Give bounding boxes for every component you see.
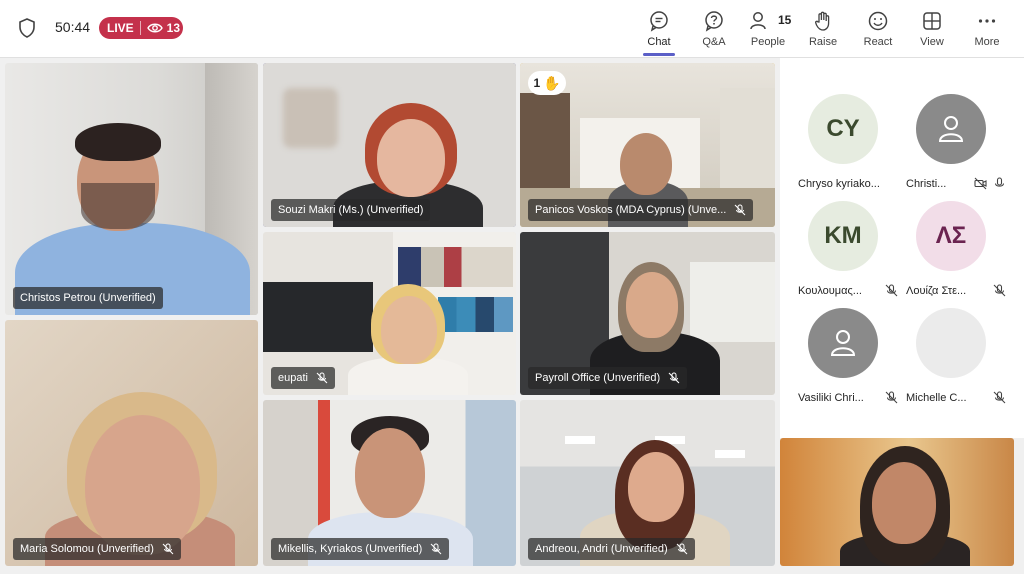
- video-tile-mikellis-kyriakos[interactable]: Mikellis, Kyriakos (Unverified): [263, 400, 516, 566]
- live-badge-separator: [139, 21, 141, 35]
- roster-name: Vasiliki Chri...: [798, 392, 864, 404]
- mic-off-icon: [430, 543, 442, 555]
- roster-name: Christi...: [906, 178, 947, 190]
- more-icon: [978, 19, 996, 23]
- avatar: [916, 308, 986, 378]
- avatar-initials: ΛΣ: [935, 222, 967, 249]
- avatar: ΛΣ: [916, 201, 986, 271]
- participant-name-tag: Andreou, Andri (Unverified): [528, 538, 695, 560]
- video-tile-eupati[interactable]: eupati: [263, 232, 516, 395]
- react-button[interactable]: React: [850, 8, 906, 52]
- raise-label: Raise: [808, 36, 838, 48]
- participant-gallery: CY Chryso kyriako... Christi... KM Κουλο…: [780, 58, 1024, 438]
- viewer-count: 13: [166, 21, 181, 35]
- mic-off-icon: [676, 543, 688, 555]
- view-icon: [923, 12, 941, 30]
- person-icon: [830, 330, 856, 356]
- roster-status-icons: [974, 177, 1006, 190]
- participant-name-tag: Souzi Makri (Ms.) (Unverified): [271, 199, 431, 221]
- roster-participant[interactable]: Vasiliki Chri...: [788, 308, 898, 413]
- roster-participant[interactable]: Christi...: [896, 94, 1006, 199]
- mic-off-icon: [668, 372, 680, 384]
- live-badge[interactable]: LIVE 13: [99, 17, 183, 39]
- chat-label: Chat: [647, 36, 671, 48]
- video-feed: [5, 63, 258, 315]
- people-icon: [750, 12, 766, 30]
- video-tile-andreou-andri[interactable]: Andreou, Andri (Unverified): [520, 400, 775, 566]
- participant-name: eupati: [278, 372, 308, 384]
- roster-participant[interactable]: ΛΣ Λουίζα Στε...: [896, 201, 1006, 306]
- avatar-initials: CY: [826, 115, 860, 142]
- video-feed: [5, 320, 258, 566]
- participant-name: Souzi Makri (Ms.) (Unverified): [278, 204, 424, 216]
- eye-icon: [146, 23, 163, 33]
- participant-name: Maria Solomou (Unverified): [20, 543, 154, 555]
- live-label: LIVE: [107, 21, 134, 35]
- people-count: 15: [778, 13, 792, 27]
- participant-name-tag: Payroll Office (Unverified): [528, 367, 688, 389]
- mic-off-icon: [316, 372, 328, 384]
- view-button[interactable]: View: [904, 8, 960, 52]
- raise-hand-icon: [815, 11, 830, 31]
- person-icon: [938, 116, 964, 142]
- video-tile-maria-solomou[interactable]: Maria Solomou (Unverified): [5, 320, 258, 566]
- roster-participant[interactable]: KM Κουλουμας...: [788, 201, 898, 306]
- raised-hand-icon: ✋: [543, 74, 561, 91]
- mic-off-icon: [734, 204, 746, 216]
- participant-name: Payroll Office (Unverified): [535, 372, 661, 384]
- chat-button[interactable]: Chat: [631, 8, 687, 56]
- raised-hand-count: 1: [533, 76, 541, 90]
- roster-status-icons: [993, 284, 1006, 297]
- people-button[interactable]: 15 People: [740, 8, 796, 52]
- roster-name: Κουλουμας...: [798, 285, 862, 297]
- avatar: [916, 94, 986, 164]
- mic-off-icon: [993, 391, 1006, 404]
- video-tile-payroll-office[interactable]: Payroll Office (Unverified): [520, 232, 775, 395]
- chat-icon: [650, 11, 668, 32]
- video-tile-panicos-voskos[interactable]: 1 ✋ Panicos Voskos (MDA Cyprus) (Unve...: [520, 63, 775, 227]
- mic-off-icon: [993, 284, 1006, 297]
- participant-name-tag: Christos Petrou (Unverified): [13, 287, 163, 309]
- raised-hand-badge: 1 ✋: [528, 71, 566, 95]
- participant-name: Mikellis, Kyriakos (Unverified): [278, 543, 423, 555]
- roster-name: Chryso kyriako...: [798, 178, 880, 190]
- qa-icon: [705, 11, 723, 32]
- shield-icon[interactable]: [18, 18, 36, 38]
- roster-participant[interactable]: CY Chryso kyriako...: [788, 94, 898, 199]
- more-button[interactable]: More: [959, 8, 1015, 52]
- roster-name: Λουίζα Στε...: [906, 285, 967, 297]
- mic-icon: [994, 177, 1005, 187]
- video-tile-souzi-makri[interactable]: Souzi Makri (Ms.) (Unverified): [263, 63, 516, 227]
- avatar: [808, 308, 878, 378]
- participant-name-tag: Maria Solomou (Unverified): [13, 538, 181, 560]
- video-off-icon: [974, 177, 987, 190]
- avatar: KM: [808, 201, 878, 271]
- self-view-tile[interactable]: [780, 438, 1014, 566]
- self-video-feed: [780, 438, 1014, 566]
- react-label: React: [863, 36, 893, 48]
- meeting-toolbar: 50:44 LIVE 13 Chat Q&A 15 People Raise R…: [0, 0, 1024, 58]
- participant-name: Andreou, Andri (Unverified): [535, 543, 668, 555]
- raise-hand-button[interactable]: Raise: [795, 8, 851, 52]
- people-label: People: [750, 36, 786, 48]
- participant-name: Panicos Voskos (MDA Cyprus) (Unve...: [535, 204, 727, 216]
- participant-name-tag: Mikellis, Kyriakos (Unverified): [271, 538, 450, 560]
- roster-name: Michelle C...: [906, 392, 967, 404]
- react-icon: [868, 11, 888, 31]
- video-tile-christos-petrou[interactable]: Christos Petrou (Unverified): [5, 63, 258, 315]
- meeting-timer: 50:44: [55, 19, 91, 35]
- avatar-initials: KM: [824, 222, 862, 249]
- more-label: More: [974, 36, 1000, 48]
- participant-name: Christos Petrou (Unverified): [20, 292, 156, 304]
- qa-button[interactable]: Q&A: [686, 8, 742, 52]
- avatar: CY: [808, 94, 878, 164]
- view-label: View: [920, 36, 944, 48]
- qa-label: Q&A: [702, 36, 726, 48]
- participant-name-tag: Panicos Voskos (MDA Cyprus) (Unve...: [528, 199, 754, 221]
- mic-off-icon: [162, 543, 174, 555]
- roster-participant[interactable]: Michelle C...: [896, 308, 1006, 413]
- roster-status-icons: [993, 391, 1006, 404]
- participant-name-tag: eupati: [271, 367, 335, 389]
